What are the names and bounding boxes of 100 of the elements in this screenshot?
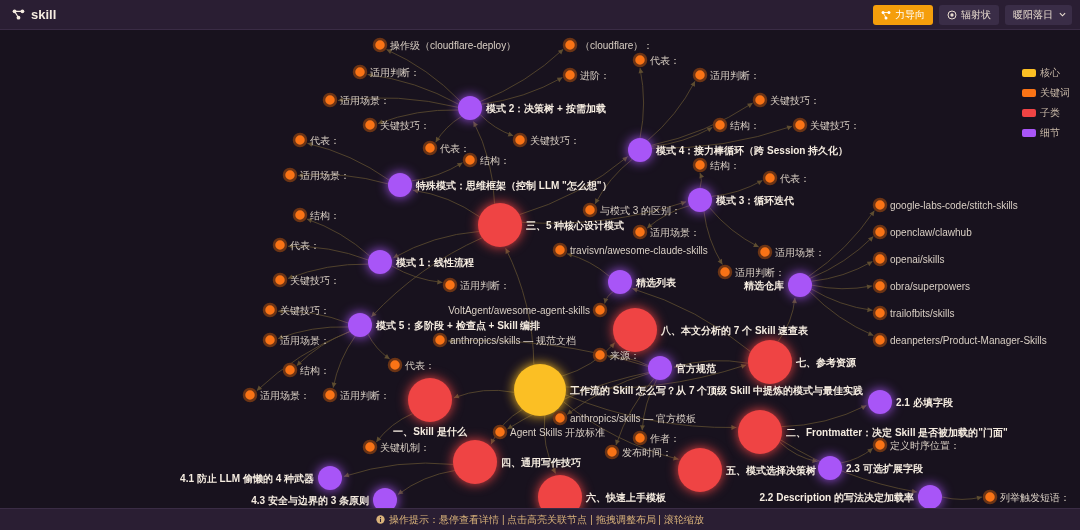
node-label: deanpeters/Product-Manager-Skills	[890, 335, 1047, 346]
keyword-node[interactable]	[592, 302, 608, 318]
detail-node[interactable]	[458, 96, 482, 120]
keyword-node[interactable]	[372, 37, 388, 53]
keyword-node[interactable]	[592, 347, 608, 363]
keyword-node[interactable]	[757, 244, 773, 260]
detail-node[interactable]	[868, 390, 892, 414]
keyword-node[interactable]	[792, 117, 808, 133]
keyword-node[interactable]	[552, 242, 568, 258]
keyword-node[interactable]	[632, 224, 648, 240]
connector-arrow	[941, 495, 983, 501]
category-node[interactable]	[478, 203, 522, 247]
node-label: 代表：	[405, 360, 435, 371]
category-node[interactable]	[678, 448, 722, 492]
keyword-node[interactable]	[872, 278, 888, 294]
keyword-node[interactable]	[322, 92, 338, 108]
detail-node[interactable]	[688, 188, 712, 212]
keyword-node[interactable]	[692, 157, 708, 173]
node-label: 关键技巧：	[280, 305, 330, 316]
detail-node[interactable]	[788, 273, 812, 297]
node-label: 代表：	[310, 135, 340, 146]
category-node[interactable]	[538, 475, 582, 508]
keyword-node[interactable]	[422, 140, 438, 156]
detail-node[interactable]	[608, 270, 632, 294]
keyword-node[interactable]	[432, 332, 448, 348]
keyword-node[interactable]	[512, 132, 528, 148]
keyword-node[interactable]	[562, 67, 578, 83]
detail-node[interactable]	[918, 485, 942, 508]
node-label: 特殊模式：思维框架（控制 LLM "怎么想"）	[416, 180, 612, 191]
keyword-node[interactable]	[387, 357, 403, 373]
legend-label: 细节	[1040, 126, 1060, 140]
keyword-node[interactable]	[632, 52, 648, 68]
keyword-node[interactable]	[262, 332, 278, 348]
keyword-node[interactable]	[604, 444, 620, 460]
keyword-node[interactable]	[322, 387, 338, 403]
detail-node[interactable]	[628, 138, 652, 162]
detail-node[interactable]	[818, 456, 842, 480]
category-node[interactable]	[453, 440, 497, 484]
category-node[interactable]	[738, 410, 782, 454]
detail-node[interactable]	[368, 250, 392, 274]
keyword-node[interactable]	[272, 237, 288, 253]
detail-node[interactable]	[388, 173, 412, 197]
detail-node[interactable]	[318, 466, 342, 490]
node-label: 适用场景：	[340, 95, 390, 106]
keyword-node[interactable]	[562, 37, 578, 53]
keyword-node[interactable]	[292, 207, 308, 223]
node-label: 2.3 可选扩展字段	[846, 463, 923, 474]
node-label: 三、5 种核心设计模式	[526, 220, 625, 231]
keyword-node[interactable]	[752, 92, 768, 108]
node-label: 代表：	[440, 143, 470, 154]
keyword-node[interactable]	[982, 489, 998, 505]
keyword-node[interactable]	[872, 197, 888, 213]
node-label: 适用判断：	[710, 70, 760, 81]
node-label: 4.1 防止 LLM 偷懒的 4 种武器	[180, 473, 314, 484]
keyword-node[interactable]	[492, 424, 508, 440]
keyword-node[interactable]	[282, 362, 298, 378]
node-label: 工作流的 Skill 怎么写？从 7 个顶级 Skill 中提炼的模式与最佳实践	[570, 385, 864, 396]
core-node[interactable]	[514, 364, 566, 416]
keyword-node[interactable]	[352, 64, 368, 80]
node-label: 一、Skill 是什么	[393, 426, 467, 437]
keyword-node[interactable]	[442, 277, 458, 293]
keyword-node[interactable]	[242, 387, 258, 403]
keyword-node[interactable]	[872, 224, 888, 240]
keyword-node[interactable]	[292, 132, 308, 148]
keyword-node[interactable]	[872, 251, 888, 267]
keyword-node[interactable]	[717, 264, 733, 280]
node-label: 模式 1：线性流程	[396, 257, 475, 268]
keyword-node[interactable]	[632, 430, 648, 446]
node-label: obra/superpowers	[890, 281, 971, 292]
keyword-node[interactable]	[872, 437, 888, 453]
graph-icon	[881, 9, 891, 20]
keyword-node[interactable]	[692, 67, 708, 83]
keyword-node[interactable]	[462, 152, 478, 168]
keyword-node[interactable]	[362, 439, 378, 455]
node-label: 代表：	[650, 55, 680, 66]
keyword-node[interactable]	[582, 202, 598, 218]
detail-node[interactable]	[648, 356, 672, 380]
node-label: 八、本文分析的 7 个 Skill 速查表	[661, 325, 809, 336]
connector-arrow	[566, 252, 610, 277]
node-label: 模式 5：多阶段 + 检查点 + Skill 编排	[376, 320, 541, 331]
keyword-node[interactable]	[262, 302, 278, 318]
keyword-node[interactable]	[872, 332, 888, 348]
theme-select[interactable]: 暖阳落日	[1005, 4, 1072, 25]
category-node[interactable]	[613, 308, 657, 352]
node-label: 结构：	[730, 120, 760, 131]
node-label: 关键机制：	[380, 442, 430, 453]
detail-node[interactable]	[373, 488, 397, 508]
keyword-node[interactable]	[282, 167, 298, 183]
keyword-node[interactable]	[872, 305, 888, 321]
keyword-node[interactable]	[552, 410, 568, 426]
keyword-node[interactable]	[762, 170, 778, 186]
keyword-node[interactable]	[272, 272, 288, 288]
keyword-node[interactable]	[712, 117, 728, 133]
layout-tab[interactable]: 辐射状	[939, 4, 999, 25]
category-node[interactable]	[748, 340, 792, 384]
node-label: 模式 4：接力棒循环（跨 Session 持久化）	[656, 145, 849, 156]
node-label: 适用判断：	[735, 267, 785, 278]
category-node[interactable]	[408, 378, 452, 422]
keyword-node[interactable]	[362, 117, 378, 133]
detail-node[interactable]	[348, 313, 372, 337]
